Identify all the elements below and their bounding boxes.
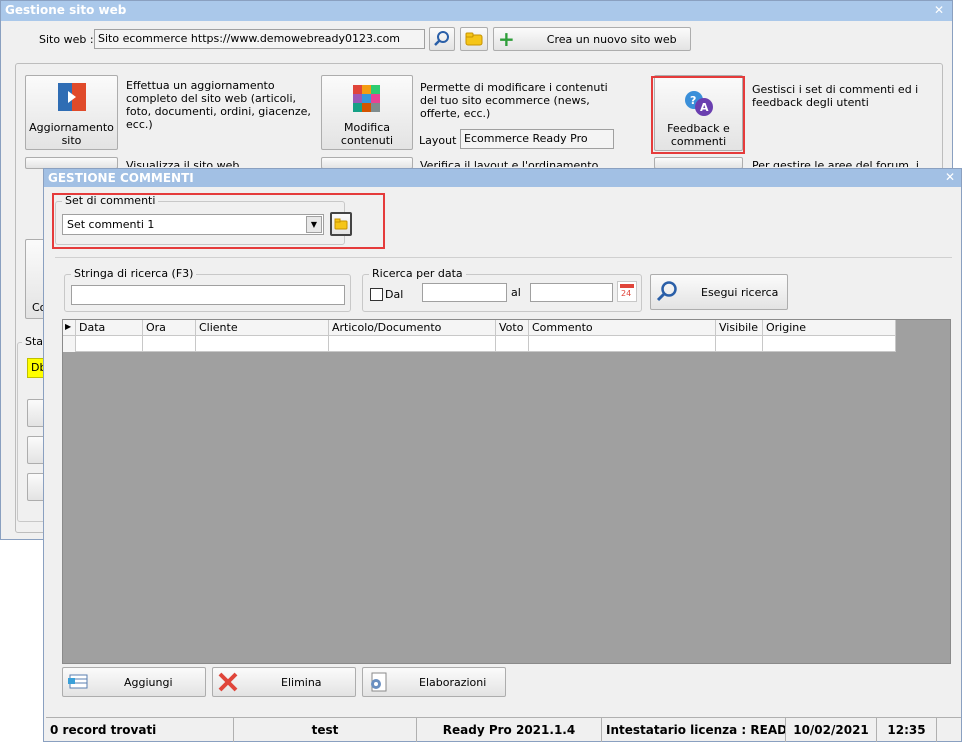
separator: [55, 257, 952, 258]
update-site-desc: Effettua un aggiornamento completo del s…: [126, 79, 311, 131]
modify-contents-button[interactable]: Modifica contenuti: [321, 75, 413, 150]
forum-desc: Per gestire le aree del forum, i: [752, 159, 919, 167]
new-site-label: Crea un nuovo sito web: [546, 32, 677, 46]
status-time: 12:35: [877, 718, 937, 742]
status-date-text: 10/02/2021: [793, 723, 869, 737]
magnifier-icon: [434, 31, 449, 46]
delete-button[interactable]: Elimina: [212, 667, 356, 697]
status-user-text: test: [311, 723, 339, 737]
folder-button[interactable]: [460, 27, 488, 51]
col-cliente[interactable]: Cliente: [196, 320, 329, 336]
set-highlight: [52, 193, 385, 249]
row-cell: [529, 336, 716, 352]
grid-header: ▶ Data Ora Cliente Articolo/Documento Vo…: [63, 320, 896, 336]
process-label: Elaborazioni: [419, 675, 487, 689]
status-license: Intestatario licenza : READY TEC: [602, 718, 786, 742]
col-visibile[interactable]: Visibile: [716, 320, 763, 336]
comments-dialog: GESTIONE COMMENTI ✕ Set di commenti Set …: [43, 168, 962, 742]
col-data[interactable]: Data: [76, 320, 143, 336]
col-voto[interactable]: Voto: [496, 320, 529, 336]
delete-x-icon: [218, 672, 238, 692]
comments-grid[interactable]: ▶ Data Ora Cliente Articolo/Documento Vo…: [62, 319, 951, 664]
process-button[interactable]: Elaborazioni: [362, 667, 506, 697]
feedback-highlight: [651, 76, 745, 154]
status-license-text: Intestatario licenza : READY TEC: [606, 723, 786, 737]
status-records-text: 0 record trovati: [50, 723, 157, 737]
status-bar: 0 record trovati test Ready Pro 2021.1.4…: [46, 717, 961, 742]
row-cell: [63, 336, 76, 352]
calendar-icon[interactable]: 24: [617, 281, 637, 302]
layout-field[interactable]: Ecommerce Ready Pro: [460, 129, 614, 149]
back-window-close-icon[interactable]: ✕: [934, 3, 944, 17]
status-records: 0 record trovati: [46, 718, 234, 742]
back-window-titlebar: Gestione sito web: [1, 1, 952, 21]
status-user: test: [234, 718, 417, 742]
al-label: al: [511, 286, 521, 299]
left-side-button[interactable]: Co: [25, 239, 46, 319]
row-cell: [196, 336, 329, 352]
row-cell: [329, 336, 496, 352]
col-commento[interactable]: Commento: [529, 320, 716, 336]
gear-icon: [371, 672, 387, 692]
row-cell: [496, 336, 529, 352]
status-version-text: Ready Pro 2021.1.4: [442, 723, 576, 737]
add-button[interactable]: Aggiungi: [62, 667, 206, 697]
layout-label: Layout :: [419, 134, 464, 147]
verify-layout-desc: Verifica il layout e l'ordinamento: [420, 159, 599, 167]
calendar-day: 24: [621, 289, 632, 298]
dal-checkbox[interactable]: [370, 288, 383, 301]
palette-icon: [353, 85, 380, 112]
status-date: 10/02/2021: [786, 718, 877, 742]
table-row[interactable]: [63, 336, 896, 352]
update-site-label: Aggiornamento sito: [29, 121, 114, 147]
date-to-input[interactable]: [530, 283, 613, 302]
status-time-text: 12:35: [887, 723, 926, 737]
plus-icon: +: [498, 27, 515, 51]
dialog-titlebar: GESTIONE COMMENTI: [44, 169, 961, 187]
feedback-desc: Gestisci i set di commenti ed i feedback…: [752, 83, 919, 109]
row-cell: [763, 336, 896, 352]
row-indicator: ▶: [63, 320, 76, 336]
col-origine[interactable]: Origine: [763, 320, 896, 336]
search-group-label: Stringa di ricerca (F3): [71, 267, 197, 280]
site-label: Sito web :: [39, 33, 94, 46]
delete-label: Elimina: [281, 675, 322, 689]
row-cell: [143, 336, 196, 352]
col-articolo[interactable]: Articolo/Documento: [329, 320, 496, 336]
update-site-button[interactable]: Aggiornamento sito: [25, 75, 118, 150]
search-input[interactable]: [71, 285, 345, 305]
magnifier-icon: [656, 281, 677, 302]
add-label: Aggiungi: [124, 675, 173, 689]
search-site-button[interactable]: [429, 27, 455, 51]
view-site-desc: Visualizza il sito web: [126, 159, 240, 167]
date-group-label: Ricerca per data: [369, 267, 466, 280]
dialog-close-icon[interactable]: ✕: [945, 170, 955, 184]
status-version: Ready Pro 2021.1.4: [417, 718, 602, 742]
update-icon: [57, 83, 86, 111]
col-ora[interactable]: Ora: [143, 320, 196, 336]
new-site-button[interactable]: + Crea un nuovo sito web: [493, 27, 691, 51]
row-cell: [716, 336, 763, 352]
run-search-label: Esegui ricerca: [701, 285, 779, 299]
modify-contents-desc: Permette di modificare i contenuti del t…: [420, 81, 608, 120]
row-cell: [76, 336, 143, 352]
dialog-title: GESTIONE COMMENTI: [48, 171, 194, 185]
folder-icon: [465, 32, 483, 46]
site-field[interactable]: Sito ecommerce https://www.demowebready0…: [94, 29, 425, 49]
date-from-input[interactable]: [422, 283, 507, 302]
add-row-icon: [68, 674, 88, 689]
back-window-title: Gestione sito web: [5, 3, 127, 17]
dal-label: Dal: [385, 288, 404, 301]
run-search-button[interactable]: Esegui ricerca: [650, 274, 788, 310]
modify-contents-label: Modifica contenuti: [340, 121, 394, 147]
